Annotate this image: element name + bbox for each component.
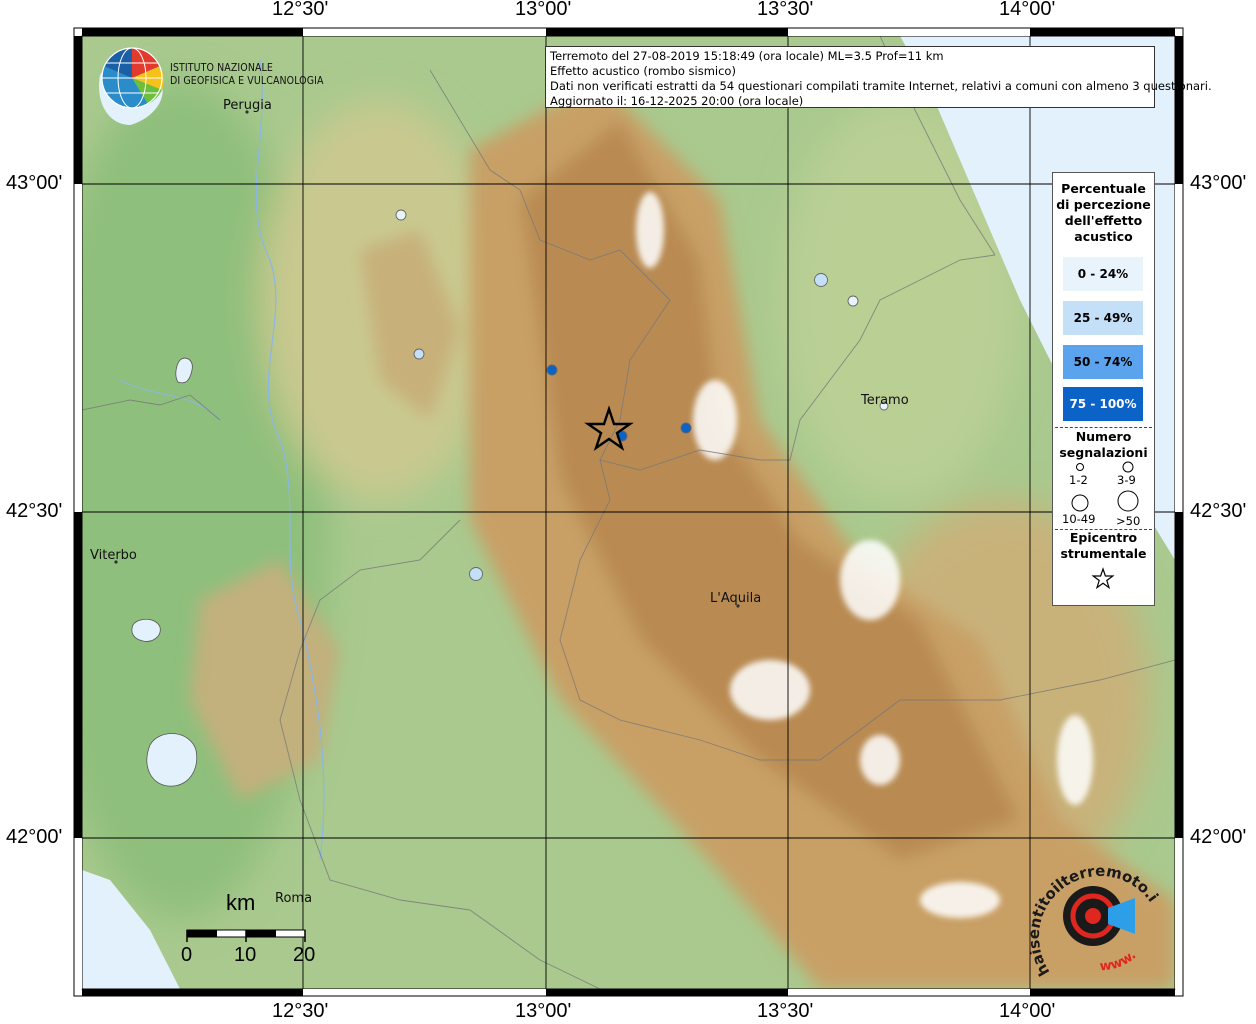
lat-label-4300-left: 43°00' — [6, 172, 63, 194]
scale-unit-label: km — [226, 890, 256, 915]
city-label-teramo: Teramo — [861, 393, 909, 408]
legend-title-line: di percezione — [1056, 197, 1151, 212]
svg-text:haisentitoilterremoto.it: haisentitoilterremoto.it — [1030, 852, 1160, 979]
legend-bin-75-100: 75 - 100% — [1063, 387, 1143, 421]
obs-point — [680, 422, 692, 434]
legend-count-title-line: Numero — [1075, 429, 1132, 444]
legend-star-icon — [1091, 567, 1115, 590]
legend-title-line: acustico — [1074, 229, 1133, 244]
watermark-text: haisentitoilterremoto.it www. — [1030, 852, 1160, 979]
city-label-laquila: L'Aquila — [710, 591, 762, 606]
event-info-line-1: Terremoto del 27-08-2019 15:18:49 (ora l… — [550, 49, 944, 63]
legend-title-line: Percentuale — [1061, 181, 1146, 196]
scale-tick-20: 20 — [293, 944, 316, 966]
scale-tick-0: 0 — [181, 944, 193, 966]
obs-point — [546, 364, 558, 376]
legend-count-1-2: 1-2 — [1069, 473, 1088, 487]
logo-line-1: ISTITUTO NAZIONALE — [170, 62, 273, 74]
lon-label-1330-top: 13°30' — [757, 0, 814, 20]
legend-separator — [1055, 427, 1152, 428]
terrain — [82, 36, 1175, 989]
legend-count-3-9: 3-9 — [1117, 473, 1136, 487]
watermark-text-top: haisentitoilterremoto.it — [1030, 852, 1160, 979]
lat-label-4200-left: 42°00' — [6, 826, 63, 848]
legend-title-line: dell'effetto — [1064, 213, 1143, 228]
legend-epicenter-title-line: Epicentro — [1069, 530, 1138, 545]
city-label-viterbo: Viterbo — [90, 548, 137, 563]
lon-label-1230-top: 12°30' — [272, 0, 329, 20]
city-label-perugia: Perugia — [223, 98, 272, 113]
lon-label-1300-bottom: 13°00' — [515, 1000, 572, 1022]
legend-panel: Percentuale di percezione dell'effetto a… — [1052, 172, 1155, 606]
legend-count-50plus: >50 — [1116, 514, 1141, 528]
legend-count-10-49: 10-49 — [1062, 512, 1096, 526]
lon-label-1300-top: 13°00' — [515, 0, 572, 20]
event-info-box: Terremoto del 27-08-2019 15:18:49 (ora l… — [545, 46, 1212, 108]
event-info-line-3: Dati non verificati estratti da 54 quest… — [550, 79, 1212, 93]
obs-point — [413, 348, 425, 360]
event-info-line-4: Aggiornato il: 16-12-2025 20:00 (ora loc… — [550, 94, 804, 108]
legend-bin-25-49: 25 - 49% — [1063, 301, 1143, 335]
scale-tick-10: 10 — [234, 944, 257, 966]
watermark-text-bottom: www. — [1099, 948, 1139, 974]
lat-label-4230-left: 42°30' — [6, 500, 63, 522]
legend-epicenter-title-line: strumentale — [1060, 546, 1147, 561]
lat-label-4230-right: 42°30' — [1190, 500, 1247, 522]
lon-label-1330-bottom: 13°30' — [757, 1000, 814, 1022]
lon-label-1400-bottom: 14°00' — [999, 1000, 1056, 1022]
svg-text:www.: www. — [1099, 948, 1139, 974]
lat-label-4300-right: 43°00' — [1190, 172, 1247, 194]
obs-point — [814, 273, 828, 287]
legend-bin-0-24: 0 - 24% — [1063, 257, 1143, 291]
legend-count-title: Numero segnalazioni — [1053, 429, 1154, 461]
obs-point — [395, 209, 407, 221]
lat-label-4200-right: 42°00' — [1190, 826, 1247, 848]
obs-point — [847, 295, 859, 307]
legend-title: Percentuale di percezione dell'effetto a… — [1053, 181, 1154, 245]
lon-label-1230-bottom: 12°30' — [272, 1000, 329, 1022]
logo-line-2: DI GEOFISICA E VULCANOLOGIA — [170, 75, 324, 87]
legend-epicenter-title: Epicentro strumentale — [1053, 530, 1154, 562]
lon-label-1400-top: 14°00' — [999, 0, 1056, 20]
event-info-line-2: Effetto acustico (rombo sismico) — [550, 64, 736, 78]
city-label-roma: Roma — [275, 891, 313, 906]
obs-point — [469, 567, 483, 581]
ingv-logo-text: ISTITUTO NAZIONALE DI GEOFISICA E VULCAN… — [170, 62, 324, 88]
legend-bin-50-74: 50 - 74% — [1063, 345, 1143, 379]
